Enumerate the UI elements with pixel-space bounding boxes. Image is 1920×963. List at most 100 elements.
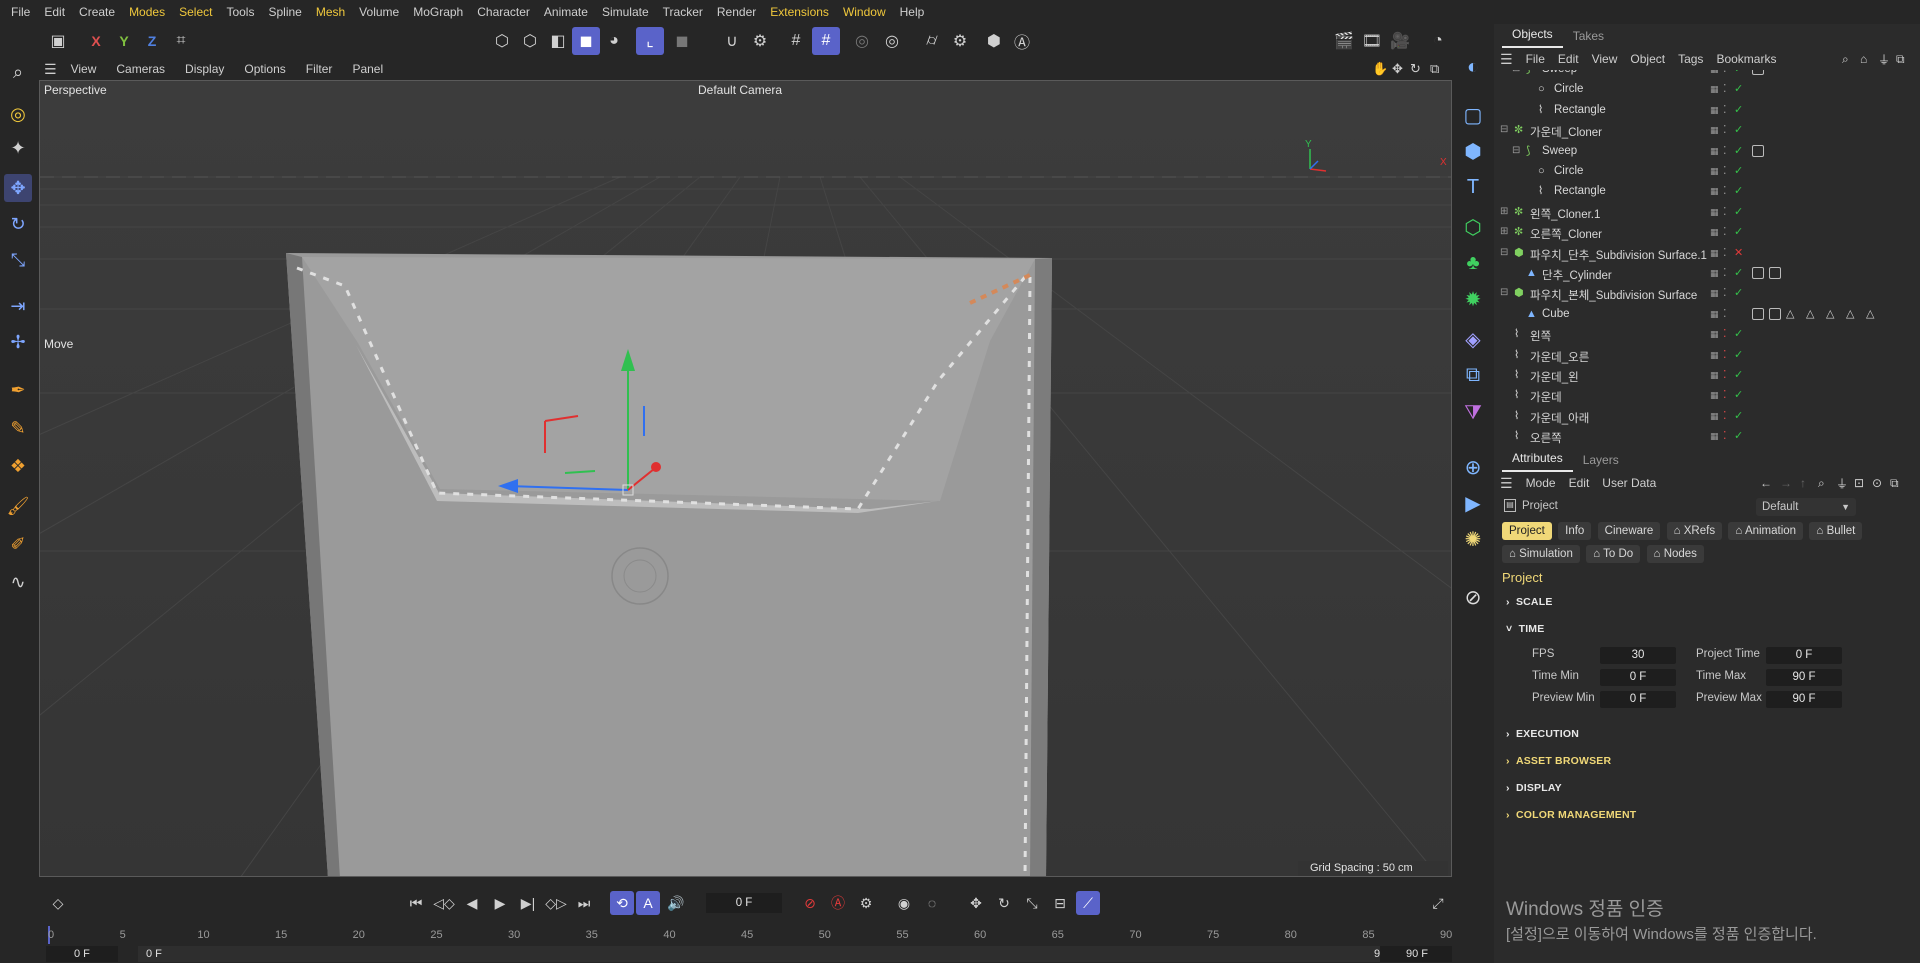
phong-tag-icon[interactable] [1752,144,1764,157]
visibility-dots-icon[interactable]: ⁚ [1723,226,1733,239]
up-arrow-icon[interactable]: ↑ [1800,476,1806,490]
menu-volume[interactable]: Volume [352,0,406,24]
visibility-dots-icon[interactable]: ⁚ [1723,165,1733,178]
workplane-icon[interactable]: # [782,27,810,55]
enabled-check-icon[interactable]: ✓ [1734,226,1744,239]
preview-min-field[interactable]: 0 F [1600,691,1676,708]
tab-objects[interactable]: Objects [1502,23,1563,48]
viewport-menu-filter[interactable]: Filter [306,62,333,76]
volume-icon[interactable]: ⧩ [1458,398,1488,428]
play-forward-icon[interactable]: ▶ [488,891,512,915]
move-view-icon[interactable]: ✥ [1392,61,1403,77]
menu-mograph[interactable]: MoGraph [406,0,470,24]
layer-icon[interactable]: ▦ [1710,267,1720,280]
viewport-camera-label[interactable]: Default Camera [698,83,782,97]
preset-dropdown[interactable]: Default ▼ [1756,498,1856,516]
object-row[interactable]: ⊞ ✼ 오른쪽_Cloner ▦ ⁚ ✓ [1494,223,1920,243]
selection-tag-icon[interactable]: △ [1846,308,1856,321]
enabled-check-icon[interactable]: ✓ [1734,124,1744,137]
cube-primitive-icon[interactable]: ⬢ [1458,136,1488,166]
menu-mesh[interactable]: Mesh [309,0,352,24]
coordinate-system-icon[interactable]: ⌗ [167,27,195,55]
enabled-check-icon[interactable]: ✓ [1734,389,1744,402]
menu-edit[interactable]: Edit [37,0,72,24]
polygons-mode-icon[interactable]: ◧ [544,27,572,55]
visibility-dots-icon[interactable]: ⁚ [1723,349,1733,362]
record-position-icon[interactable]: ◉ [892,891,916,915]
light-icon[interactable]: ✺ [1458,524,1488,554]
layer-icon[interactable]: ▦ [1710,430,1720,443]
attr-new-window-icon[interactable]: ⧉ [1890,476,1899,491]
menu-help[interactable]: Help [893,0,932,24]
mograph-settings-icon[interactable]: ⚙ [946,27,974,55]
object-row[interactable]: ⌇ 왼쪽 ▦ ⁚ ✓ [1494,325,1920,345]
3d-viewport[interactable]: Perspective Default Camera Move Y X Grid… [39,80,1452,877]
attr-tab-xrefs[interactable]: ⌂ XRefs [1666,522,1723,540]
visibility-dots-icon[interactable]: ⁚ [1723,247,1733,260]
object-menu-view[interactable]: View [1592,52,1618,66]
enabled-check-icon[interactable]: ✓ [1734,83,1744,96]
text-object-icon[interactable]: T [1458,172,1488,202]
layer-icon[interactable]: ▦ [1710,104,1720,117]
section-execution[interactable]: › EXECUTION [1506,728,1579,740]
menu-extensions[interactable]: Extensions [763,0,836,24]
time-min-field[interactable]: 0 F [1600,669,1676,686]
mograph-cloner-icon[interactable]: ♣ [1458,248,1488,278]
object-row[interactable]: ○ Circle ▦ ⁚ ✓ [1494,162,1920,182]
menu-tools[interactable]: Tools [219,0,261,24]
menu-create[interactable]: Create [72,0,122,24]
tab-layers[interactable]: Layers [1573,449,1629,472]
timeline-start-field[interactable]: 0 F [46,946,118,962]
section-scale[interactable]: › SCALE [1506,596,1553,608]
object-search-icon[interactable]: ⌕ [1842,52,1849,67]
visibility-dots-icon[interactable]: ⁚ [1723,83,1733,96]
object-row[interactable]: ⌇ 가운데_오른 ▦ ⁚ ✓ [1494,346,1920,366]
expand-toggle-icon[interactable]: ⊞ [1500,206,1512,218]
visibility-dots-icon[interactable]: ⁚ [1723,389,1733,402]
move-tool-icon[interactable]: ✥ [4,174,32,202]
snap-tool-icon[interactable]: ✢ [4,328,32,356]
record-param-icon[interactable]: ↻ [992,891,1016,915]
section-color-management[interactable]: › COLOR MANAGEMENT [1506,809,1636,821]
object-row[interactable]: ⌇ Rectangle ▦ ⁚ ✓ [1494,182,1920,202]
next-frame-icon[interactable]: ▶| [516,891,540,915]
expand-toggle-icon[interactable]: ⊟ [1500,247,1512,259]
previous-frame-icon[interactable]: ◀ [460,891,484,915]
expand-toggle-icon[interactable]: ⊟ [1500,287,1512,299]
enabled-check-icon[interactable]: ✓ [1734,70,1744,76]
enabled-check-icon[interactable]: ✓ [1734,410,1744,423]
timeline-range-bar[interactable]: 0 F 90 F [138,946,1408,962]
material-tag-icon[interactable] [1769,267,1781,279]
menu-simulate[interactable]: Simulate [595,0,656,24]
object-row[interactable]: ⊟ ✼ 가운데_Cloner ▦ ⁚ ✓ [1494,121,1920,141]
visibility-dots-icon[interactable]: ⁚ [1723,185,1733,198]
spline-smooth-icon[interactable]: ∿ [4,568,32,596]
menu-window[interactable]: Window [836,0,893,24]
selection-tag-icon[interactable]: △ [1826,308,1836,321]
menu-animate[interactable]: Animate [537,0,595,24]
tag-icon[interactable]: ⊘ [1458,582,1488,612]
attribute-menu-icon[interactable]: ☰ [1500,475,1513,492]
brush-tool-icon[interactable]: 🖌 [4,492,32,520]
keyframe-mode-icon[interactable]: ◇ [46,891,70,915]
current-frame-field[interactable]: 0 F [706,893,782,913]
menu-spline[interactable]: Spline [261,0,308,24]
layer-icon[interactable]: ▦ [1710,70,1720,76]
record-pla-icon[interactable]: ⤡ [1020,891,1044,915]
timeline-expand-icon[interactable]: ⤢ [1426,891,1450,915]
enabled-check-icon[interactable]: ✓ [1734,104,1744,117]
section-display[interactable]: › DISPLAY [1506,782,1562,794]
rotate-view-icon[interactable]: ↻ [1410,61,1421,77]
enabled-check-icon[interactable]: ✓ [1734,267,1744,280]
expand-toggle-icon[interactable]: ⊟ [1500,124,1512,136]
layer-icon[interactable]: ▦ [1710,247,1720,260]
object-menu-file[interactable]: File [1526,52,1545,66]
mograph-icon[interactable]: ⌭ [918,27,946,55]
sound-icon[interactable]: 🔊 [664,891,688,915]
loop-icon[interactable]: ⟲ [610,891,634,915]
object-menu-icon[interactable]: ☰ [1500,51,1513,68]
attr-filter-icon[interactable]: ⏚ [1836,475,1848,492]
object-row[interactable]: ⌇ 오른쪽 ▦ ⁚ ✓ [1494,427,1920,445]
selection-tag-icon[interactable]: △ [1866,308,1876,321]
layer-icon[interactable]: ▦ [1710,328,1720,341]
